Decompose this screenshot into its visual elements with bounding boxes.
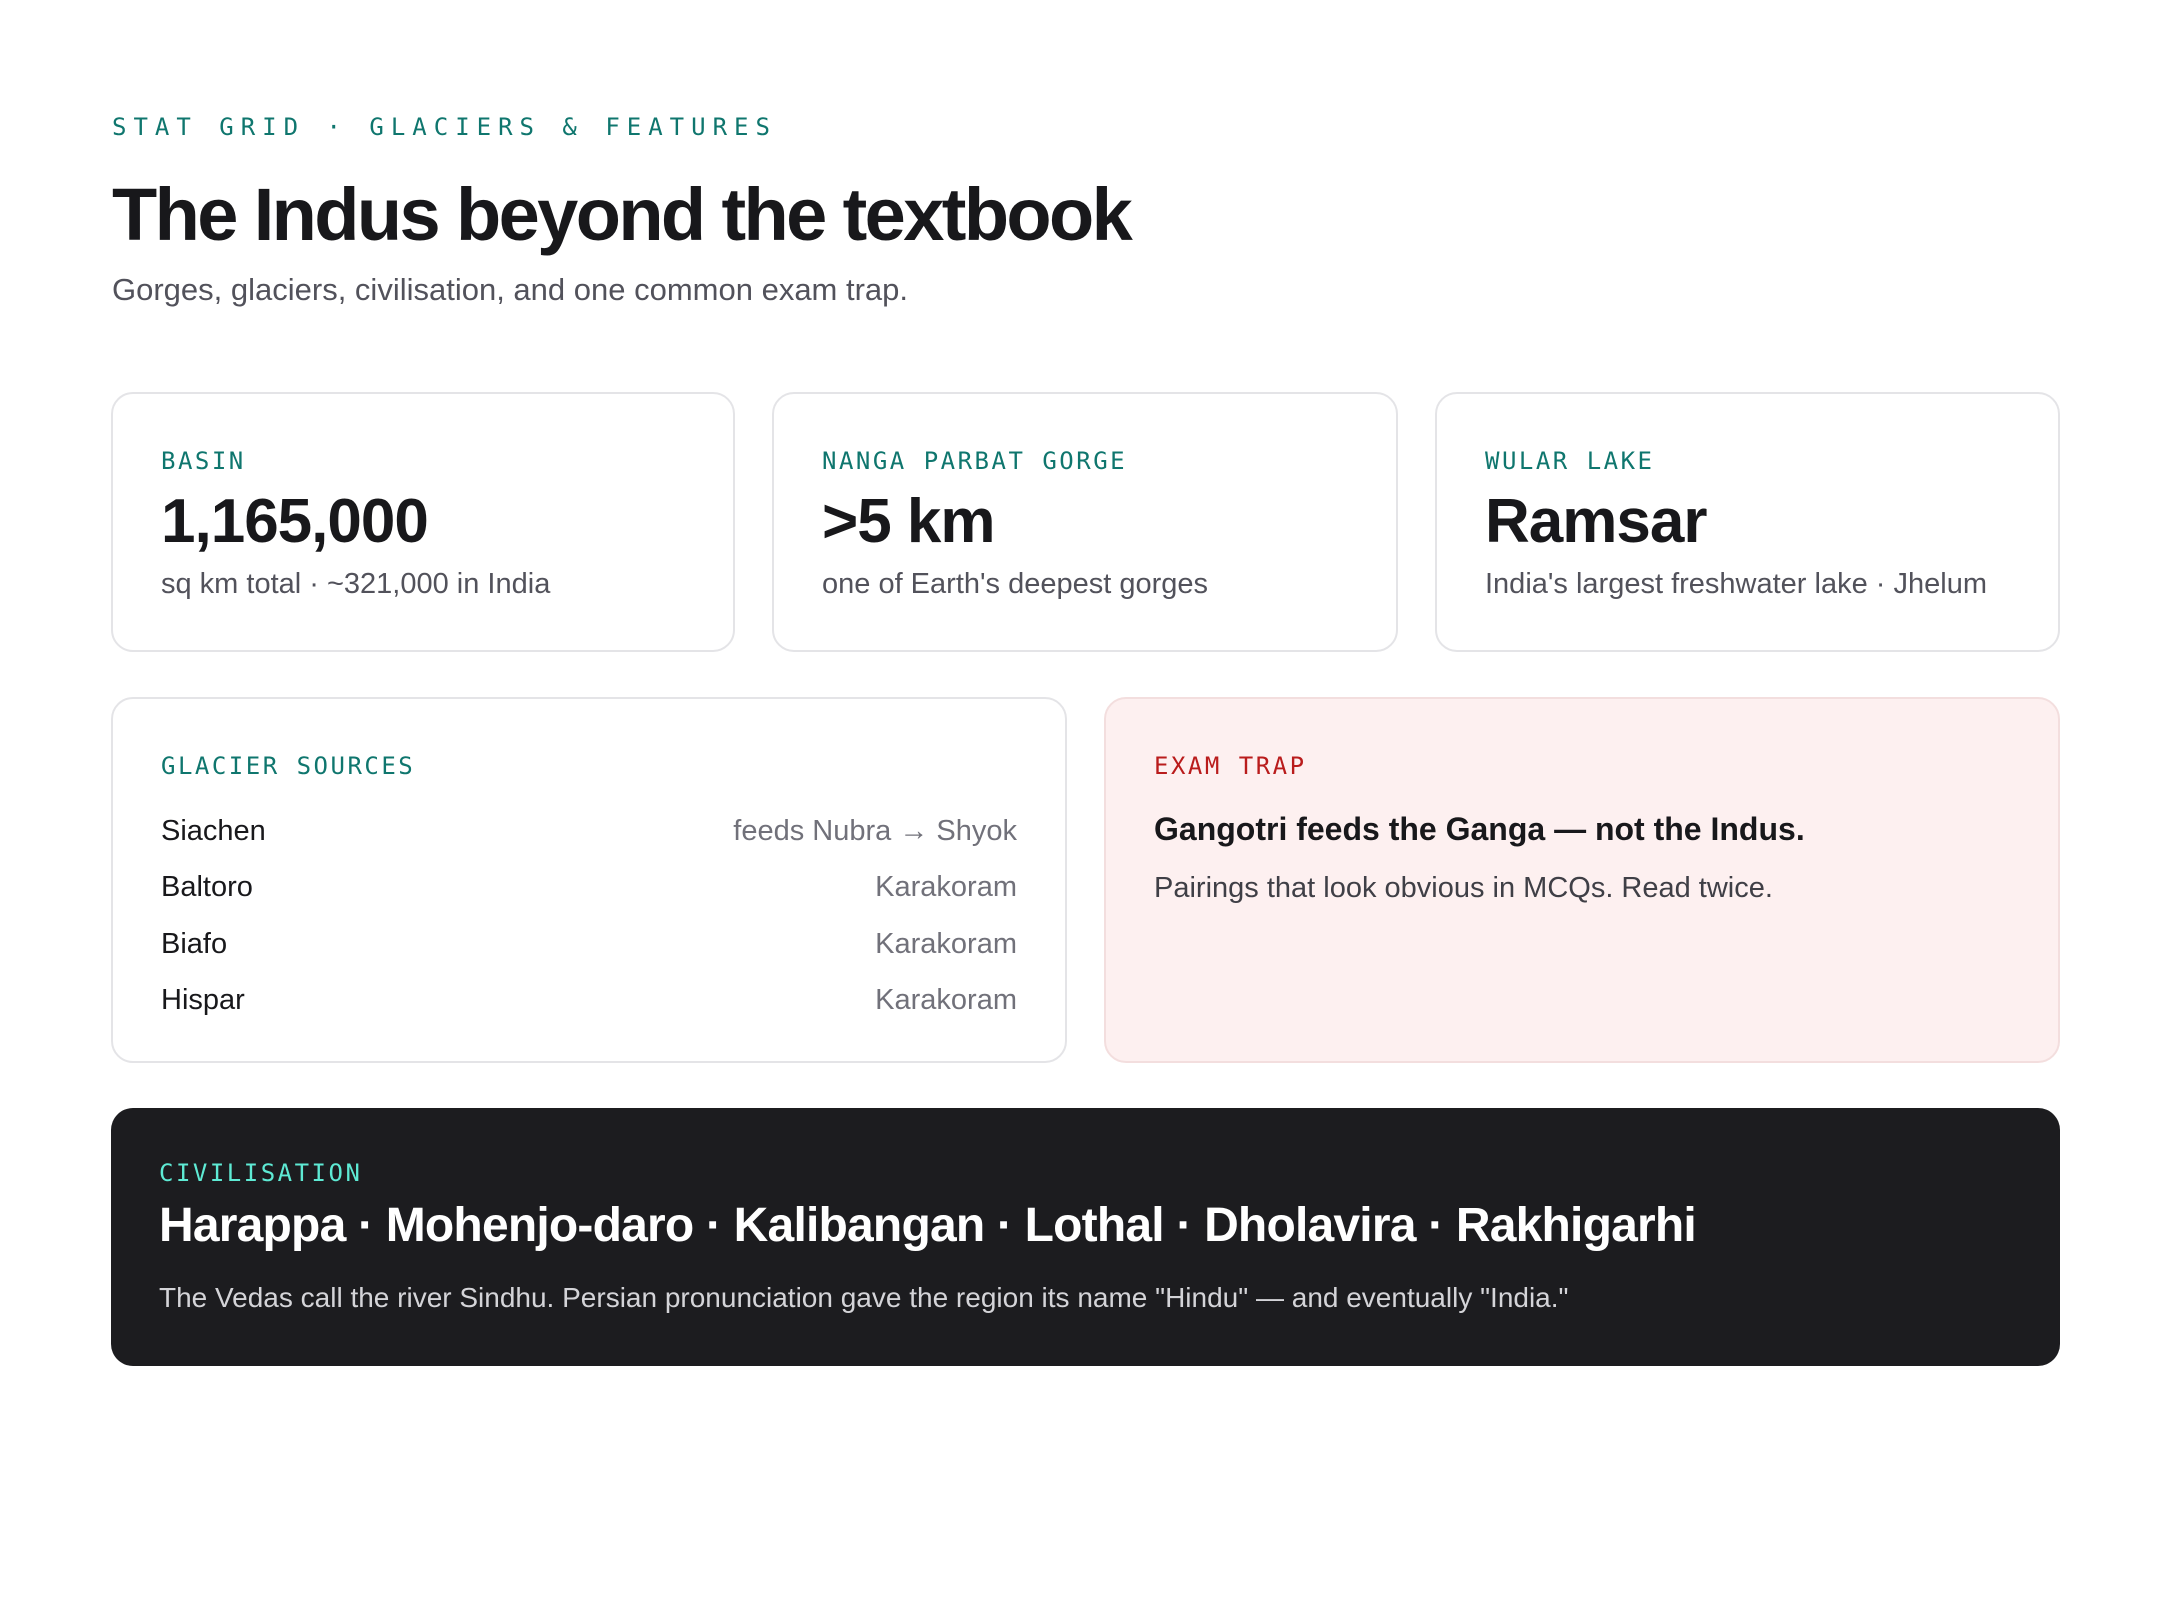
exam-trap-card: EXAM TRAP Gangotri feeds the Ganga — not… [1104,697,2060,1063]
eyebrow-label: STAT GRID · GLACIERS & FEATURES [112,113,777,141]
list-item: Biafo Karakoram [161,916,1017,973]
stat-label: BASIN [161,447,246,475]
glacier-note: Karakoram [875,927,1017,960]
exam-trap-title: Gangotri feeds the Ganga — not the Indus… [1154,811,1805,847]
page: STAT GRID · GLACIERS & FEATURES The Indu… [112,110,2060,310]
glacier-note: Karakoram [875,984,1017,1017]
list-item: Hispar Karakoram [161,973,1017,1030]
stat-card-wular: WULAR LAKE Ramsar India's largest freshw… [1435,392,2060,652]
list-item: Siachen feeds Nubra → Shyok [161,803,1017,860]
exam-trap-body: Pairings that look obvious in MCQs. Read… [1154,872,1773,904]
list-item: Baltoro Karakoram [161,860,1017,917]
stat-caption: sq km total · ~321,000 in India [161,568,551,600]
exam-trap-label: EXAM TRAP [1154,752,1307,780]
stat-label: WULAR LAKE [1485,447,1655,475]
stat-caption: one of Earth's deepest gorges [822,568,1209,600]
glacier-list: Siachen feeds Nubra → Shyok Baltoro Kara… [161,803,1017,1029]
stat-label: NANGA PARBAT GORGE [822,447,1128,475]
stat-card-gorge: NANGA PARBAT GORGE >5 km one of Earth's … [772,392,1398,652]
page-subtitle: Gorges, glaciers, civilisation, and one … [112,272,909,307]
glacier-name: Hispar [161,984,245,1017]
glacier-note: feeds Nubra → Shyok [733,814,1017,847]
civilisation-label: CIVILISATION [159,1159,363,1187]
glacier-name: Biafo [161,927,228,960]
civilisation-body: The Vedas call the river Sindhu. Persian… [159,1282,1569,1313]
stat-card-basin: BASIN 1,165,000 sq km total · ~321,000 i… [111,392,735,652]
glacier-sources-card: GLACIER SOURCES Siachen feeds Nubra → Sh… [111,697,1067,1063]
glacier-note: Karakoram [875,871,1017,904]
stat-value: Ramsar [1485,487,1707,556]
page-title: The Indus beyond the textbook [112,173,1133,256]
glacier-sources-label: GLACIER SOURCES [161,752,416,780]
civilisation-card: CIVILISATION Harappa · Mohenjo-daro · Ka… [111,1108,2060,1366]
stat-value: >5 km [822,487,996,556]
stat-value: 1,165,000 [161,487,429,556]
civilisation-sites: Harappa · Mohenjo-daro · Kalibangan · Lo… [159,1199,1697,1252]
glacier-name: Siachen [161,814,266,847]
stat-caption: India's largest freshwater lake · Jhelum [1485,568,1987,600]
glacier-name: Baltoro [161,871,253,904]
